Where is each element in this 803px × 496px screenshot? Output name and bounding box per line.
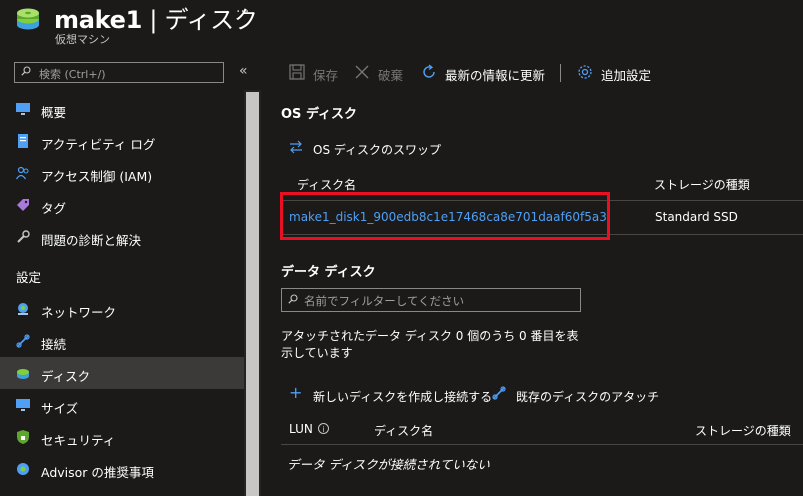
disk-icon bbox=[17, 369, 29, 379]
search-icon bbox=[21, 66, 31, 76]
people-icon bbox=[16, 166, 29, 180]
sidebar-item-label: ネットワーク bbox=[41, 305, 117, 320]
sidebar-item-security[interactable]: セキュリティ bbox=[0, 421, 244, 453]
sidebar-item-network[interactable]: ネットワーク bbox=[0, 293, 244, 325]
sidebar-item-advisor[interactable]: Advisor の推奨事項 bbox=[0, 453, 244, 485]
sidebar-item-access-control[interactable]: アクセス制御 (IAM) bbox=[0, 157, 244, 189]
connect-icon bbox=[16, 334, 30, 348]
column-header-disk-name: ディスク名 bbox=[374, 424, 434, 438]
search-icon bbox=[288, 294, 298, 304]
collapse-sidebar-button[interactable]: « bbox=[239, 63, 248, 79]
refresh-icon bbox=[423, 64, 435, 78]
search-placeholder: 検索 (Ctrl+/) bbox=[39, 68, 106, 81]
sidebar-item-label: セキュリティ bbox=[41, 433, 116, 448]
column-header-storage-type: ストレージの種類 bbox=[654, 178, 750, 192]
additional-settings-button[interactable]: 追加設定 bbox=[577, 62, 657, 84]
sidebar-item-label: 概要 bbox=[41, 105, 67, 120]
sidebar-item-overview[interactable]: 概要 bbox=[0, 93, 244, 125]
attach-icon bbox=[492, 386, 506, 400]
advisor-icon bbox=[17, 463, 29, 475]
highlight-annotation-box bbox=[280, 192, 610, 240]
plus-icon: + bbox=[289, 383, 303, 402]
tag-icon bbox=[17, 199, 29, 211]
monitor-icon bbox=[16, 103, 30, 115]
sidebar-item-label: アクセス制御 (IAM) bbox=[41, 169, 153, 184]
refresh-button[interactable]: 最新の情報に更新 bbox=[421, 62, 551, 84]
monitor-icon bbox=[16, 399, 30, 411]
os-disk-storage-type: Standard SSD bbox=[655, 210, 738, 224]
sidebar-item-label: 問題の診断と解決 bbox=[41, 233, 142, 248]
sidebar-item-label: アクティビティ ログ bbox=[41, 137, 156, 152]
swap-icon bbox=[290, 140, 302, 154]
column-header-disk-name: ディスク名 bbox=[297, 178, 357, 192]
save-button[interactable]: 保存 bbox=[289, 62, 349, 84]
sidebar-scrollbar-thumb[interactable] bbox=[246, 92, 259, 496]
sidebar-item-label: Advisor の推奨事項 bbox=[41, 465, 154, 480]
sidebar-item-activity-log[interactable]: アクティビティ ログ bbox=[0, 125, 244, 157]
page-subtitle: 仮想マシン bbox=[55, 33, 110, 46]
activity-log-icon bbox=[18, 134, 28, 148]
sidebar-item-label: ディスク bbox=[41, 369, 91, 384]
sidebar-item-label: タグ bbox=[41, 201, 67, 216]
sidebar-item-size[interactable]: サイズ bbox=[0, 389, 244, 421]
toolbar-separator bbox=[560, 64, 561, 82]
column-header-lun: LUN bbox=[289, 422, 313, 436]
gear-icon bbox=[578, 65, 592, 79]
search-input[interactable]: 検索 (Ctrl+/) bbox=[14, 62, 224, 83]
sidebar-item-label: 接続 bbox=[41, 337, 67, 352]
data-disks-heading: データ ディスク bbox=[281, 265, 376, 280]
info-icon[interactable]: i bbox=[318, 423, 329, 434]
settings-section-label: 設定 bbox=[16, 270, 42, 285]
sidebar-item-disks[interactable]: ディスク bbox=[0, 357, 244, 389]
sidebar-item-label: サイズ bbox=[41, 401, 79, 416]
save-icon bbox=[289, 64, 305, 80]
sidebar-item-diagnose[interactable]: 問題の診断と解決 bbox=[0, 221, 244, 253]
discard-button[interactable]: 破棄 bbox=[354, 62, 414, 84]
wrench-icon bbox=[17, 230, 30, 243]
sidebar-item-connect[interactable]: 接続 bbox=[0, 325, 244, 357]
filter-placeholder: 名前でフィルターしてください bbox=[304, 294, 465, 308]
empty-table-message: データ ディスクが接続されていない bbox=[287, 457, 490, 472]
filter-by-name-input[interactable]: 名前でフィルターしてください bbox=[281, 288, 581, 312]
os-disk-heading: OS ディスク bbox=[281, 107, 358, 122]
shield-icon bbox=[17, 430, 29, 444]
page-title: make1 | ディスク bbox=[54, 6, 258, 34]
more-options-button[interactable]: ··· bbox=[236, 4, 249, 20]
data-disks-summary: アタッチされたデータ ディスク 0 個のうち 0 番目を表示しています bbox=[281, 329, 579, 360]
column-header-storage-type: ストレージの種類 bbox=[695, 424, 791, 438]
close-icon bbox=[355, 65, 369, 79]
sidebar-item-tags[interactable]: タグ bbox=[0, 189, 244, 221]
network-icon bbox=[18, 303, 28, 315]
table-divider bbox=[281, 444, 803, 445]
disk-stack-icon bbox=[17, 8, 39, 30]
